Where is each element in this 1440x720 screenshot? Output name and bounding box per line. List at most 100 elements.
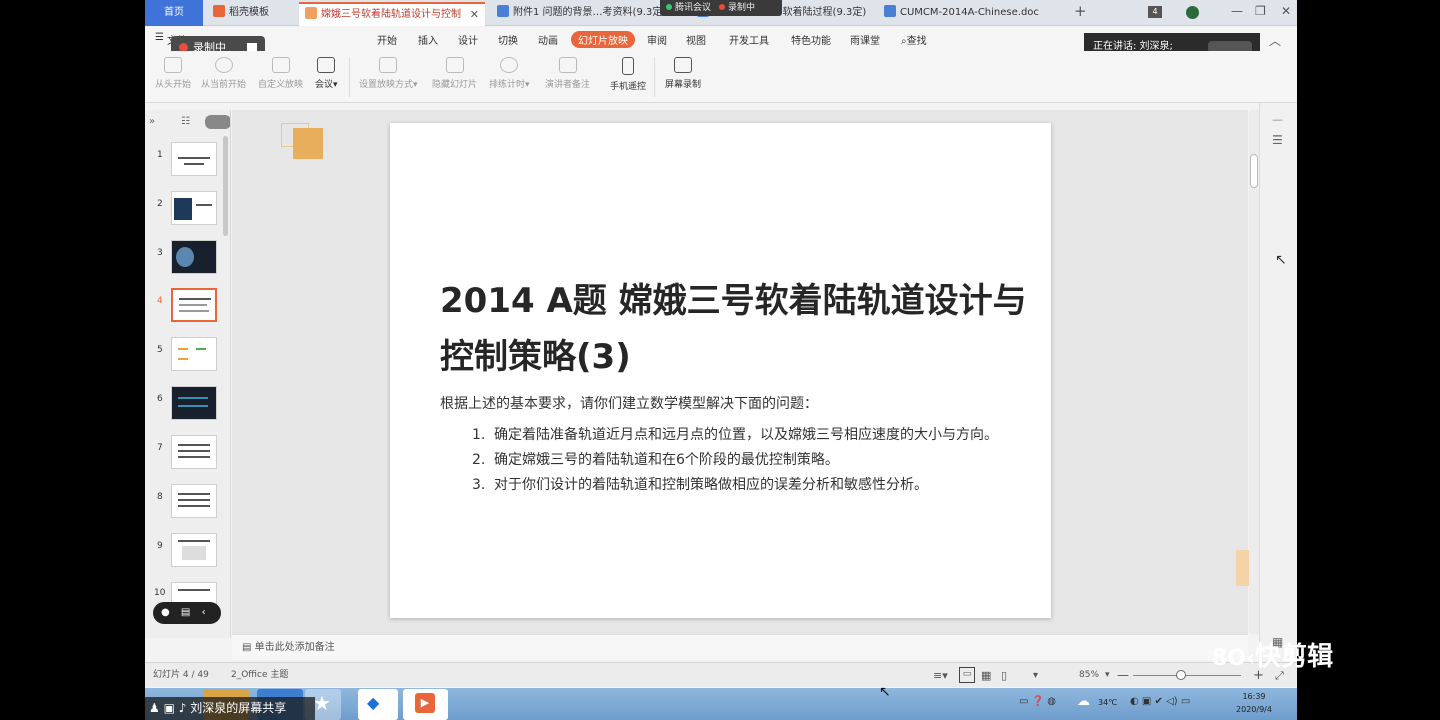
menu-features[interactable]: 特色功能 [791,32,831,47]
tool-label: 自定义放映 [258,80,304,90]
minimize-icon[interactable]: — [1231,4,1243,18]
search-menu[interactable]: ⌕查找 [901,32,927,47]
chat-icon[interactable]: ▤ [181,607,190,618]
list-number: 3. [472,477,486,493]
collapse-ribbon-icon[interactable]: ︿ [1269,32,1281,49]
slide-thumbnail[interactable] [171,484,217,518]
slide-thumbnail[interactable] [171,533,217,567]
tab-doc1[interactable]: 附件1 问题的背景…考资料(9.3定) [491,2,663,26]
menu-transition[interactable]: 切换 [498,32,518,47]
menu-rain-classroom[interactable]: 雨课堂 [850,32,880,47]
zoom-level[interactable]: 85% [1079,663,1099,688]
zoom-slider[interactable] [1133,670,1241,680]
slide-thumbnail[interactable] [171,435,217,469]
meeting-status-bar[interactable]: 腾讯会议 录制中 [660,0,782,16]
current-slide[interactable]: 2014 A题 嫦娥三号软着陆轨道设计与控制策略(3) 根据上述的基本要求，请你… [390,123,1051,618]
wps-window: 首页 稻壳模板 嫦娥三号软着陆轨道设计与控制 ✕ 附件1 问题的背景…考资料(9… [145,0,1297,720]
outline-view-icon[interactable]: ☷ [181,116,190,127]
mouse-cursor-icon: ↖ [879,684,891,700]
docer-icon [213,5,225,17]
hide-slide-button[interactable]: 隐藏幻灯片 [432,57,477,90]
restore-icon[interactable]: ❐ [1255,4,1266,18]
notes-placeholder: 单击此处添加备注 [254,642,335,653]
canvas-vertical-scrollbar[interactable] [1249,110,1259,634]
hamburger-menu-icon[interactable]: ☰ [155,32,164,43]
thumb-line [178,348,188,350]
menu-slideshow[interactable]: 幻灯片放映 [571,31,635,48]
slide-question-list[interactable]: 1. 确定着陆准备轨道近月点和远月点的位置，以及嫦娥三号相应速度的大小与方向。 2… [472,423,1012,498]
tab-template[interactable]: 稻壳模板 [207,2,295,26]
tool-label: 会议 [315,80,334,90]
thumb-number: 2 [157,199,163,209]
custom-show-button[interactable]: 自定义放映 [258,57,303,90]
taskbar-app-wps[interactable]: ▶ [403,689,448,720]
camera-icon[interactable]: ● [161,607,170,618]
menu-review[interactable]: 审阅 [647,32,667,47]
zoom-dropdown-icon[interactable]: ▾ [1105,663,1110,688]
floating-control-pill[interactable]: ● ▤ ‹ [153,602,221,624]
play-from-start-button[interactable]: 从头开始 [155,57,191,90]
slide-thumbnail[interactable] [171,240,217,274]
tab-count-badge[interactable]: 4 [1148,6,1162,18]
thumb-image [182,546,206,560]
slide-thumbnail[interactable] [171,191,217,225]
zoom-slider-knob[interactable] [1175,670,1186,680]
notes-toggle-icon[interactable]: ≡▾ [933,663,948,688]
menu-developer[interactable]: 开发工具 [729,32,769,47]
menu-view[interactable]: 视图 [686,32,706,47]
meeting-button[interactable]: 会议▾ [315,57,338,90]
tab-doc3[interactable]: CUMCM-2014A-Chinese.doc [878,2,1058,26]
tab-home[interactable]: 首页 [145,0,203,26]
chevron-left-icon[interactable]: ‹ [202,607,206,618]
speaker-notes-button[interactable]: 演讲者备注 [545,57,590,90]
menu-home[interactable]: 开始 [377,32,397,47]
thumb-line [184,163,204,165]
rehearse-timing-button[interactable]: 排练计时▾ [489,57,530,90]
phone-remote-button[interactable]: 手机遥控 [610,57,646,92]
play-from-current-button[interactable]: 从当前开始 [201,57,246,90]
slide-title[interactable]: 2014 A题 嫦娥三号软着陆轨道设计与控制策略(3) [440,273,1030,385]
slide-sorter-icon[interactable]: ▦ [981,663,991,688]
thumb-number: 7 [157,443,163,453]
slide-thumbnail-active[interactable] [171,288,217,322]
slide-thumbnail[interactable] [171,337,217,371]
slide-intro-text[interactable]: 根据上述的基本要求，请你们建立数学模型解决下面的问题： [440,393,818,413]
new-tab-icon[interactable]: + [1074,2,1087,20]
timer-icon [500,57,519,73]
toolbar-divider [349,57,350,97]
thumbnail-scrollbar[interactable] [223,136,228,236]
scroll-thumb[interactable] [1250,154,1258,188]
play-dropdown-icon[interactable]: ▾ [1033,663,1038,688]
settings-sliders-icon[interactable]: ☰ [1272,133,1283,147]
reading-view-icon[interactable]: ▯ [1001,663,1007,688]
play-current-icon [214,57,233,73]
screen-record-button[interactable]: 屏幕录制 [665,57,701,90]
notes-pane[interactable]: ▤ 单击此处添加备注 [232,634,1248,660]
tab-presentation-label: 嫦娥三号软着陆轨道设计与控制 [321,9,461,20]
add-slide-icon[interactable]: + [179,634,192,638]
tool-label: 隐藏幻灯片 [432,80,478,90]
window-close-icon[interactable]: ✕ [1281,4,1291,18]
tool-label: 设置放映方式 [359,80,414,90]
expand-panel-icon[interactable]: » [149,116,155,127]
thumb-line [178,397,208,399]
taskbar-app-meeting[interactable]: ◆ [358,689,398,720]
meeting-recording-label: 录制中 [728,3,756,13]
setup-show-button[interactable]: 设置放映方式▾ [359,57,418,90]
thumb-number: 9 [157,541,163,551]
menu-design[interactable]: 设计 [458,32,478,47]
normal-view-icon[interactable]: ▭ [959,667,975,683]
slide-thumbnail[interactable] [171,386,217,420]
tray-status-icons[interactable]: ◐ ▣ ✔ ◁) ▭ [1130,696,1190,707]
avatar[interactable] [1186,6,1199,19]
status-bar: 幻灯片 4 / 49 2_Office 主题 ≡▾ ▭ ▦ ▯ ▾ 85% ▾ … [145,662,1297,687]
menu-insert[interactable]: 插入 [418,32,438,47]
taskbar-clock[interactable]: 16:39 2020/9/4 [1228,690,1280,716]
tray-icons[interactable]: ▭ ❓ ◍ [1019,696,1056,707]
zoom-out-icon[interactable]: — [1117,663,1129,688]
close-tab-icon[interactable]: ✕ [470,4,479,26]
thumbnail-view-icon[interactable] [205,115,230,129]
slide-thumbnail[interactable] [171,142,217,176]
tab-presentation[interactable]: 嫦娥三号软着陆轨道设计与控制 ✕ [299,2,485,26]
menu-animation[interactable]: 动画 [538,32,558,47]
